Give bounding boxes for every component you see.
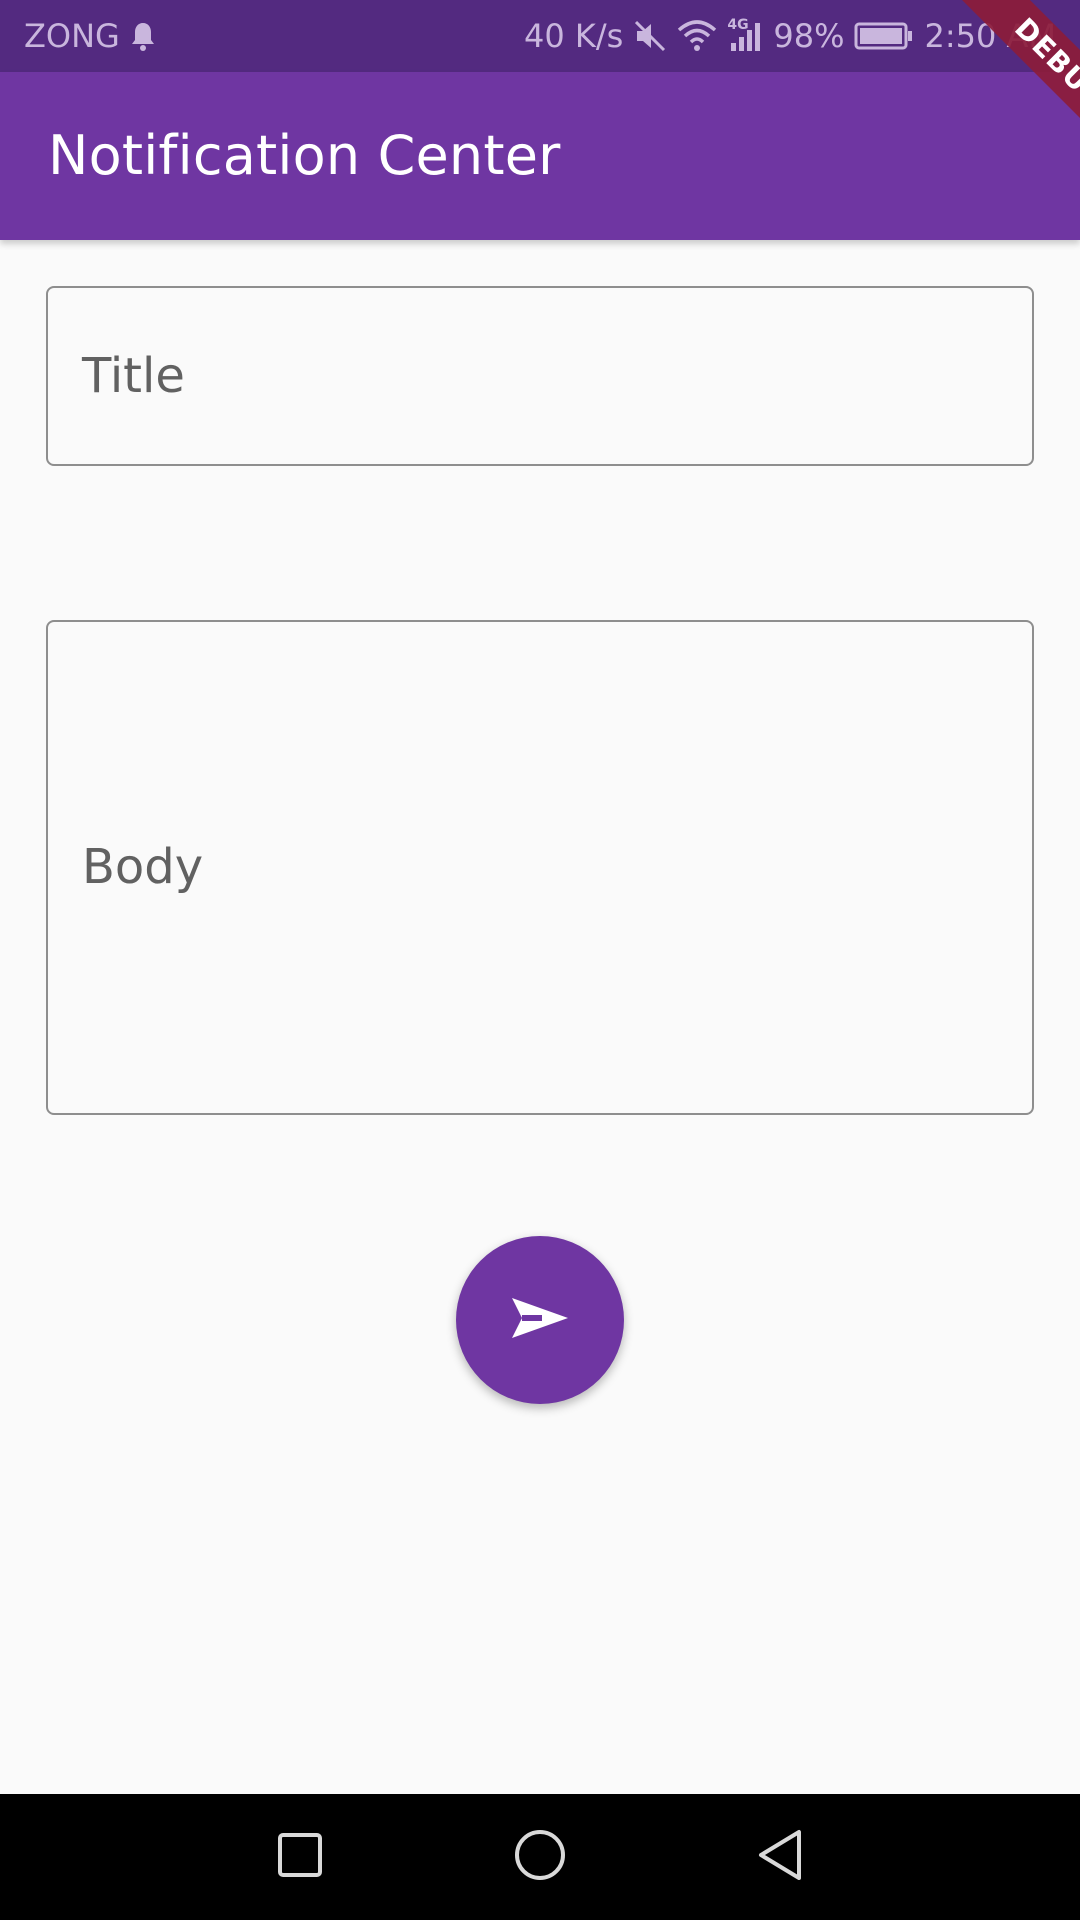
recent-apps-button[interactable] [267,1824,333,1890]
net-speed: 40 K/s [524,17,624,55]
title-field-label: Title [82,348,185,404]
carrier-name: ZONG [24,17,120,55]
battery-percent: 98% [773,17,845,55]
back-icon [755,1828,805,1886]
battery-icon [854,21,914,51]
body-field[interactable]: Body [46,620,1034,1115]
body-field-label: Body [82,839,204,895]
signal-icon: 4G [727,17,763,51]
recent-apps-icon [276,1831,324,1883]
system-nav-bar [0,1794,1080,1920]
mute-icon [633,19,667,53]
clock: 2:50 AM [924,17,1056,55]
back-button[interactable] [747,1824,813,1890]
bell-icon [130,21,156,51]
home-icon [513,1828,567,1886]
wifi-icon [677,20,717,52]
send-icon [508,1294,572,1346]
send-button[interactable] [456,1236,624,1404]
title-field[interactable]: Title [46,286,1034,466]
page-title: Notification Center [48,124,561,187]
status-bar: ZONG 40 K/s 4G 98% 2:50 AM [0,0,1080,72]
network-type: 4G [727,17,749,33]
app-bar: Notification Center [0,72,1080,240]
home-button[interactable] [507,1824,573,1890]
